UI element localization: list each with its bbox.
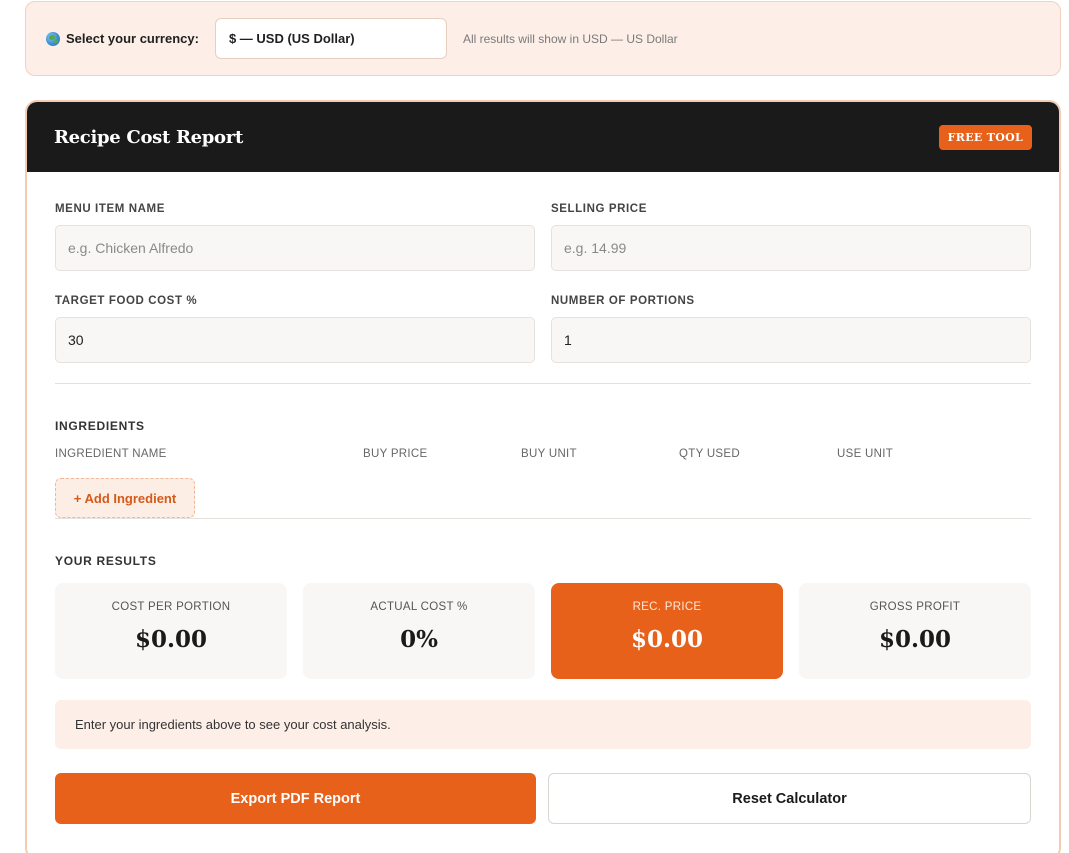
export-pdf-button[interactable]: Export PDF Report — [55, 773, 536, 824]
selling-price-label: SELLING PRICE — [551, 203, 647, 215]
info-banner: Enter your ingredients above to see your… — [55, 700, 1031, 749]
divider — [55, 518, 1031, 519]
currency-label: Select your currency: — [66, 31, 199, 46]
menu-item-input[interactable]: e.g. Chicken Alfredo — [55, 225, 535, 271]
selling-price-input[interactable]: e.g. 14.99 — [551, 225, 1031, 271]
results-title: YOUR RESULTS — [55, 554, 157, 568]
currency-note: All results will show in USD — US Dollar — [462, 31, 678, 46]
result-label: COST PER PORTION — [111, 601, 231, 613]
currency-select[interactable]: $ — USD (US Dollar) — [214, 18, 447, 59]
globe-icon — [46, 31, 60, 46]
result-value: $0.00 — [630, 626, 704, 653]
result-label: GROSS PROFIT — [869, 601, 961, 613]
result-value: $0.00 — [134, 626, 208, 653]
col-ingredient-name: INGREDIENT NAME — [55, 448, 167, 460]
recipe-cost-card: Recipe Cost Report FREE TOOL MENU ITEM N… — [25, 100, 1061, 853]
add-ingredient-button[interactable]: + Add Ingredient — [55, 478, 195, 518]
col-qty-used: QTY USED — [679, 448, 740, 460]
divider — [55, 383, 1031, 384]
col-buy-price: BUY PRICE — [363, 448, 428, 460]
result-label: ACTUAL COST % — [370, 601, 468, 613]
target-food-cost-label: TARGET FOOD COST % — [55, 295, 198, 307]
reset-calculator-button[interactable]: Reset Calculator — [548, 773, 1031, 824]
result-value: 0% — [400, 626, 438, 653]
result-rec-price: REC. PRICE $0.00 — [551, 583, 783, 679]
card-header: Recipe Cost Report FREE TOOL — [27, 102, 1059, 172]
result-cost-per-portion: COST PER PORTION $0.00 — [55, 583, 287, 679]
col-buy-unit: BUY UNIT — [521, 448, 577, 460]
result-gross-profit: GROSS PROFIT $0.00 — [799, 583, 1031, 679]
free-tool-badge: FREE TOOL — [938, 124, 1032, 150]
portions-label: NUMBER OF PORTIONS — [551, 295, 695, 307]
page-title: Recipe Cost Report — [54, 126, 243, 148]
menu-item-label: MENU ITEM NAME — [55, 203, 165, 215]
currency-bar: Select your currency: $ — USD (US Dollar… — [25, 1, 1061, 76]
result-label: REC. PRICE — [632, 601, 702, 613]
target-food-cost-input[interactable]: 30 — [55, 317, 535, 363]
result-value: $0.00 — [878, 626, 952, 653]
ingredients-title: INGREDIENTS — [55, 419, 145, 433]
result-actual-cost: ACTUAL COST % 0% — [303, 583, 535, 679]
col-use-unit: USE UNIT — [837, 448, 894, 460]
portions-input[interactable]: 1 — [551, 317, 1031, 363]
